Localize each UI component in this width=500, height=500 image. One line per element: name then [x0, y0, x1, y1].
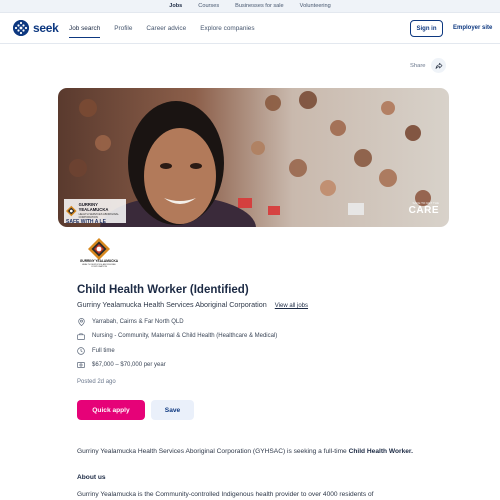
- banner-image: GURRINY YEALAMUCKA HEALTH SERVICES ABORI…: [58, 88, 449, 227]
- top-link-courses[interactable]: Courses: [198, 3, 219, 9]
- main-nav: seek Job search Profile Career advice Ex…: [0, 14, 500, 44]
- job-salary: $67,000 – $70,000 per year: [77, 361, 166, 369]
- job-category: Nursing - Community, Maternal & Child He…: [77, 332, 277, 340]
- share-icon: [435, 62, 443, 69]
- job-work-type-text: Full time: [92, 348, 115, 354]
- posted-date: Posted 2d ago: [77, 379, 116, 385]
- job-title: Child Health Worker (Identified): [77, 284, 249, 296]
- about-text: Gurriny Yealamucka is the Community-cont…: [77, 491, 374, 498]
- banner-safe-text: SAFE WITH A LE: [66, 219, 106, 225]
- company-emblem-icon: [88, 238, 110, 260]
- location-pin-icon: [77, 318, 85, 326]
- about-heading: About us: [77, 474, 106, 481]
- banner-care-tag: SAFE TO GET THE CARE: [409, 201, 439, 216]
- seek-logo-text: seek: [33, 21, 59, 35]
- money-icon: [77, 361, 85, 369]
- seek-logo[interactable]: seek: [13, 20, 59, 36]
- nav-explore-companies[interactable]: Explore companies: [200, 14, 254, 43]
- job-salary-text: $67,000 – $70,000 per year: [92, 362, 166, 368]
- company-row: Gurriny Yealamucka Health Services Abori…: [77, 300, 308, 309]
- company-logo: GURRINY YEALAMUCKA HEALTH SERVICES ABORI…: [77, 238, 121, 275]
- view-all-jobs-link[interactable]: View all jobs: [275, 303, 308, 309]
- company-name: Gurriny Yealamucka Health Services Abori…: [77, 300, 267, 309]
- job-intro: Gurriny Yealamucka Health Services Abori…: [77, 446, 437, 457]
- job-location-text: Yarrabah, Cairns & Far North QLD: [92, 319, 184, 325]
- job-work-type: Full time: [77, 347, 115, 355]
- banner-logo-sub: HEALTH SERVICES ABORIGINAL CORPORATION: [78, 212, 119, 219]
- top-link-jobs[interactable]: Jobs: [169, 3, 182, 9]
- nav-links: Job search Profile Career advice Explore…: [69, 14, 269, 43]
- utility-bar: Jobs Courses Businesses for sale Volunte…: [0, 0, 500, 13]
- job-location: Yarrabah, Cairns & Far North QLD: [77, 318, 184, 326]
- seek-logo-icon: [13, 20, 29, 36]
- save-button[interactable]: Save: [151, 400, 194, 420]
- share-button[interactable]: [431, 58, 447, 73]
- job-category-text[interactable]: Nursing - Community, Maternal & Child He…: [92, 333, 277, 339]
- share-label: Share: [410, 62, 426, 69]
- clock-icon: [77, 347, 85, 355]
- top-link-businesses[interactable]: Businesses for sale: [235, 3, 284, 9]
- nav-profile[interactable]: Profile: [114, 14, 132, 43]
- top-link-volunteering[interactable]: Volunteering: [300, 3, 331, 9]
- nav-career-advice[interactable]: Career advice: [146, 14, 186, 43]
- share-control: Share: [410, 58, 447, 73]
- nav-job-search[interactable]: Job search: [69, 14, 101, 43]
- gurriny-emblem-icon: [66, 205, 77, 217]
- quick-apply-button[interactable]: Quick apply: [77, 400, 145, 420]
- employer-site-link[interactable]: Employer site: [453, 14, 492, 43]
- job-intro-role: Child Health Worker.: [348, 448, 413, 455]
- briefcase-icon: [77, 332, 85, 340]
- sign-in-button[interactable]: Sign in: [410, 20, 443, 37]
- company-logo-sub: HEALTH SERVICES ABORIGINAL CORPORATION: [82, 263, 116, 268]
- care-tag-big: CARE: [408, 205, 439, 216]
- banner-logo-name: GURRINY YEALAMUCKA: [78, 202, 109, 212]
- job-intro-lead: Gurriny Yealamucka Health Services Abori…: [77, 448, 347, 455]
